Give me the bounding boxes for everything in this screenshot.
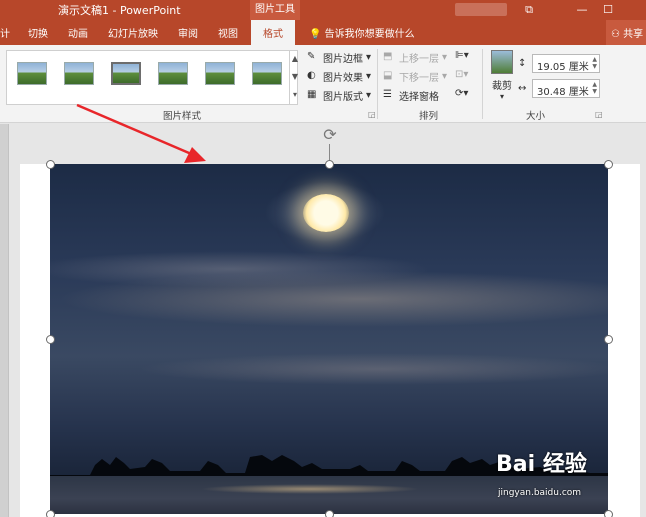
- red-annotation-arrow: [76, 103, 206, 163]
